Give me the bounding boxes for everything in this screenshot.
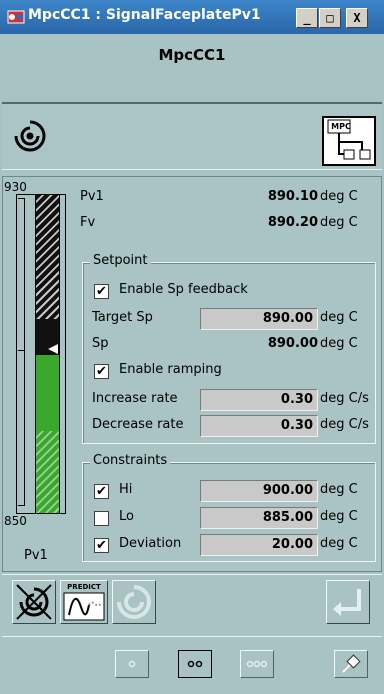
lo-constraint-checkbox[interactable] (94, 511, 109, 526)
swirl-button-icon (117, 585, 151, 619)
pin-icon (342, 654, 361, 673)
fv-value: 890.20 (267, 215, 318, 230)
increase-rate-unit: deg C/s (320, 391, 369, 406)
sp-label: Sp (92, 336, 109, 351)
deviation-constraint-unit: deg C (320, 536, 358, 551)
bar-green-hatch-segment (36, 431, 59, 513)
minimize-button[interactable]: _ (296, 8, 318, 28)
enter-button[interactable] (326, 580, 370, 624)
enable-ramping-label: Enable ramping (119, 362, 222, 377)
enter-arrow-icon (333, 589, 361, 616)
predict-button[interactable]: PREDICT (60, 580, 108, 624)
bar-green-segment (36, 355, 59, 431)
enable-sp-feedback-checkbox[interactable]: ✔ (94, 284, 109, 299)
hi-constraint-checkbox[interactable]: ✔ (94, 484, 109, 499)
deviation-constraint-label: Deviation (119, 536, 182, 551)
increase-rate-input[interactable]: 0.30 (200, 389, 318, 411)
scale-tick (18, 198, 25, 199)
three-dots-button[interactable] (240, 650, 274, 678)
enable-sp-feedback-label: Enable Sp feedback (119, 282, 248, 297)
scale-line (24, 198, 25, 506)
pv1-label: Pv1 (80, 189, 104, 204)
two-dots-button[interactable] (178, 650, 212, 678)
mpc-icon-label: MPC (331, 122, 351, 131)
window-title: MpcCC1 : SignalFaceplatePv1 (28, 7, 261, 23)
target-sp-input[interactable]: 890.00 (200, 308, 318, 330)
scale-min-label: 850 (4, 514, 27, 528)
decrease-rate-label: Decrease rate (92, 417, 184, 432)
scale-max-label: 930 (4, 180, 27, 194)
constraints-group-title: Constraints (90, 453, 171, 468)
pv1-unit: deg C (320, 189, 358, 204)
decrease-rate-input[interactable]: 0.30 (200, 415, 318, 437)
increase-rate-label: Increase rate (92, 391, 178, 406)
deviation-constraint-input[interactable]: 20.00 (200, 534, 318, 556)
hi-constraint-input[interactable]: 900.00 (200, 480, 318, 502)
one-dot-button[interactable] (115, 650, 149, 678)
target-sp-label: Target Sp (92, 310, 153, 325)
app-icon (6, 8, 26, 26)
hi-constraint-label: Hi (119, 482, 133, 497)
lo-constraint-label: Lo (119, 509, 134, 524)
header (0, 34, 384, 96)
scale-tick (18, 505, 25, 506)
swirl-button[interactable] (112, 580, 156, 624)
pv1-value: 890.10 (267, 189, 318, 204)
fv-unit: deg C (320, 215, 358, 230)
hi-constraint-unit: deg C (320, 482, 358, 497)
bar-caption: Pv1 (24, 548, 48, 563)
sp-value: 890.00 (267, 336, 318, 351)
lo-constraint-input[interactable]: 885.00 (200, 507, 318, 529)
predict-label: PREDICT (67, 583, 101, 591)
lo-constraint-unit: deg C (320, 509, 358, 524)
pin-button[interactable] (334, 650, 368, 678)
two-dots-icon (187, 660, 203, 668)
action-bar (2, 574, 382, 632)
setpoint-marker (48, 344, 58, 354)
close-button[interactable]: X (346, 8, 368, 28)
maximize-button[interactable]: □ (319, 8, 341, 28)
scale-tick (18, 350, 25, 351)
three-dots-icon (246, 660, 268, 668)
decrease-rate-unit: deg C/s (320, 417, 369, 432)
fv-label: Fv (80, 215, 96, 230)
sp-unit: deg C (320, 336, 358, 351)
disable-signal-button[interactable] (12, 580, 56, 624)
bar-hatch-segment (36, 195, 59, 319)
target-sp-unit: deg C (320, 310, 358, 325)
one-dot-icon (128, 660, 136, 668)
enable-ramping-checkbox[interactable]: ✔ (94, 364, 109, 379)
signal-swirl-icon[interactable] (10, 116, 50, 156)
deviation-constraint-checkbox[interactable]: ✔ (94, 538, 109, 553)
setpoint-group-title: Setpoint (90, 253, 151, 268)
disable-signal-icon (16, 584, 52, 620)
page-title: MpcCC1 (158, 46, 226, 64)
